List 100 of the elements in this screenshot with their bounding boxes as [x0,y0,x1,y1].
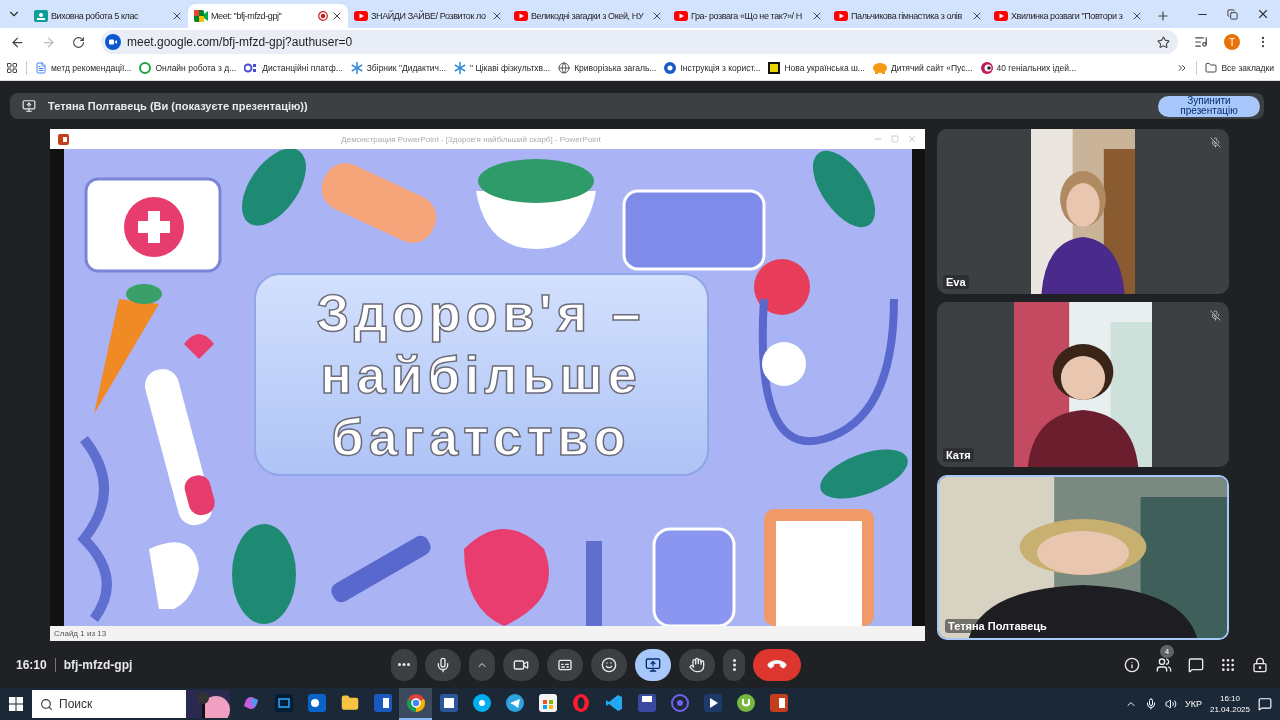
stop-presenting-button[interactable]: Зупинити презентацію [1158,95,1260,117]
leave-call-button[interactable] [753,648,802,681]
browser-tab[interactable]: Виховна робота 5 клас [28,4,188,28]
tab-title: Великодні загадки з Окей, НУ [531,11,645,21]
video-play-icon [994,11,1008,21]
close-icon[interactable] [171,10,183,22]
close-icon[interactable] [971,10,983,22]
close-icon[interactable] [1131,10,1143,22]
browser-tab[interactable]: ЗНАЙДИ ЗАЙВЕ/ Розвиток ло [348,4,508,28]
bookmark[interactable]: Інструкція з корист... [664,62,761,74]
emoji-icon [601,656,618,673]
browser-tab[interactable]: Великодні загадки з Окей, НУ [508,4,668,28]
search-placeholder: Поиск [59,697,94,711]
bookmark[interactable]: " Цікаві фізкультхв... [454,62,551,74]
bookmark[interactable]: метд рекомендації... [35,62,132,74]
participant-name: Eva [943,275,969,289]
host-controls-icon[interactable] [1252,656,1268,673]
opera-icon [571,694,590,712]
reload-icon[interactable] [72,35,85,49]
emoji-button[interactable] [591,648,628,681]
present-screen-icon [22,99,36,113]
apps-grid-icon[interactable] [6,62,18,74]
taskbar-search-field[interactable]: Поиск [32,690,230,718]
bookmark[interactable]: 40 геніальних ідей... [980,62,1077,74]
volume-icon[interactable] [1165,698,1177,710]
camera-button[interactable] [503,648,540,681]
skype-icon [472,694,491,712]
people-icon[interactable] [1156,656,1172,673]
close-icon[interactable] [331,10,343,22]
bookmark-label: Криворізька загаль... [574,63,657,73]
slide-title: Здоров'я – [316,282,646,344]
video-play-icon [834,11,848,21]
word-icon [373,694,392,712]
media-player-icon [703,694,722,712]
slide-title: найбільше [320,344,642,406]
participant-name: Катя [943,448,974,462]
photoshop-icon [274,694,293,712]
microphone-button[interactable] [425,648,462,681]
browser-tab[interactable]: Хвилинка розваги "Повтори з [988,4,1148,28]
browser-tab[interactable]: Гра- розвага «Що не так?»/ Н [668,4,828,28]
more-options-button[interactable] [723,648,746,681]
new-tab-icon[interactable] [1156,9,1170,23]
notifications-icon[interactable] [1258,697,1272,711]
microphone-icon [1145,698,1157,710]
participant-count: 4 [1160,644,1174,658]
bookmark-label: Інструкція з корист... [680,63,761,73]
url-text: meet.google.com/bfj-mfzd-gpj?authuser=0 [127,35,353,49]
raise-hand-button[interactable] [679,648,716,681]
meet-icon [194,10,208,22]
info-icon[interactable] [1124,656,1140,673]
close-icon[interactable] [811,10,823,22]
raise-hand-icon [689,656,706,673]
browser-tab[interactable]: Meet: "bfj-mfzd-gpj" [188,4,348,28]
chat-icon[interactable] [1188,656,1204,673]
more-options-button[interactable] [391,648,418,681]
address-bar[interactable]: meet.google.com/bfj-mfzd-gpj?authuser=0 [101,30,1178,54]
ring-icon [139,62,152,74]
browser-tab[interactable]: Пальчикова гімнастика з олів [828,4,988,28]
close-icon[interactable] [491,10,503,22]
globe-icon [558,62,571,74]
classroom-icon [34,10,48,22]
present-button[interactable] [635,648,672,681]
bookmark-label: " Цікаві фізкультхв... [470,63,551,73]
bookmark[interactable]: Онлайн робота з д... [139,62,237,74]
tab-title: Хвилинка розваги "Повтори з [1011,11,1124,21]
media-controls-icon[interactable] [1194,35,1208,49]
search-icon [40,697,53,711]
close-icon[interactable] [1256,7,1270,21]
store-icon [538,694,557,712]
video-play-icon [674,11,688,21]
taskbar-time: 16:10 [1219,693,1240,704]
code-editor-icon [604,694,623,712]
more-options-icon [732,658,736,671]
back-icon[interactable] [10,34,25,50]
present-screen-icon [645,656,662,673]
restore-icon[interactable] [1227,8,1238,20]
document-icon [439,694,458,712]
close-icon[interactable] [651,10,663,22]
bookmark[interactable]: Дитячий сайт «Пус... [872,62,973,74]
tab-title: Виховна робота 5 клас [51,11,140,21]
document-icon [35,62,47,74]
tab-title: ЗНАЙДИ ЗАЙВЕ/ Розвиток ло [371,11,487,21]
swirl-icon [980,62,993,74]
meeting-time: 16:10 [16,657,47,672]
snowflake-icon [350,62,363,74]
taskbar-app[interactable] [399,688,432,720]
torrent-icon [736,694,755,712]
tab-title: Meet: "bfj-mfzd-gpj" [211,11,283,21]
all-bookmarks[interactable]: Все закладки [1205,62,1274,74]
activities-icon[interactable] [1220,656,1236,673]
bookmark-star-icon[interactable] [1157,35,1170,49]
language-indicator[interactable]: УКР [1185,699,1202,709]
camera-site-icon [105,34,121,50]
bookmark-label: Дитячий сайт «Пус... [890,63,973,73]
bookmark[interactable]: Нова українська ш... [768,62,865,74]
bookmark[interactable]: Збірник "Дидактич... [350,62,447,74]
powerpoint-icon [769,694,788,712]
bookmark[interactable]: Криворізька загаль... [558,62,657,74]
captions-button[interactable] [547,648,584,681]
bookmark[interactable]: Дистанційні платф... [244,63,343,73]
